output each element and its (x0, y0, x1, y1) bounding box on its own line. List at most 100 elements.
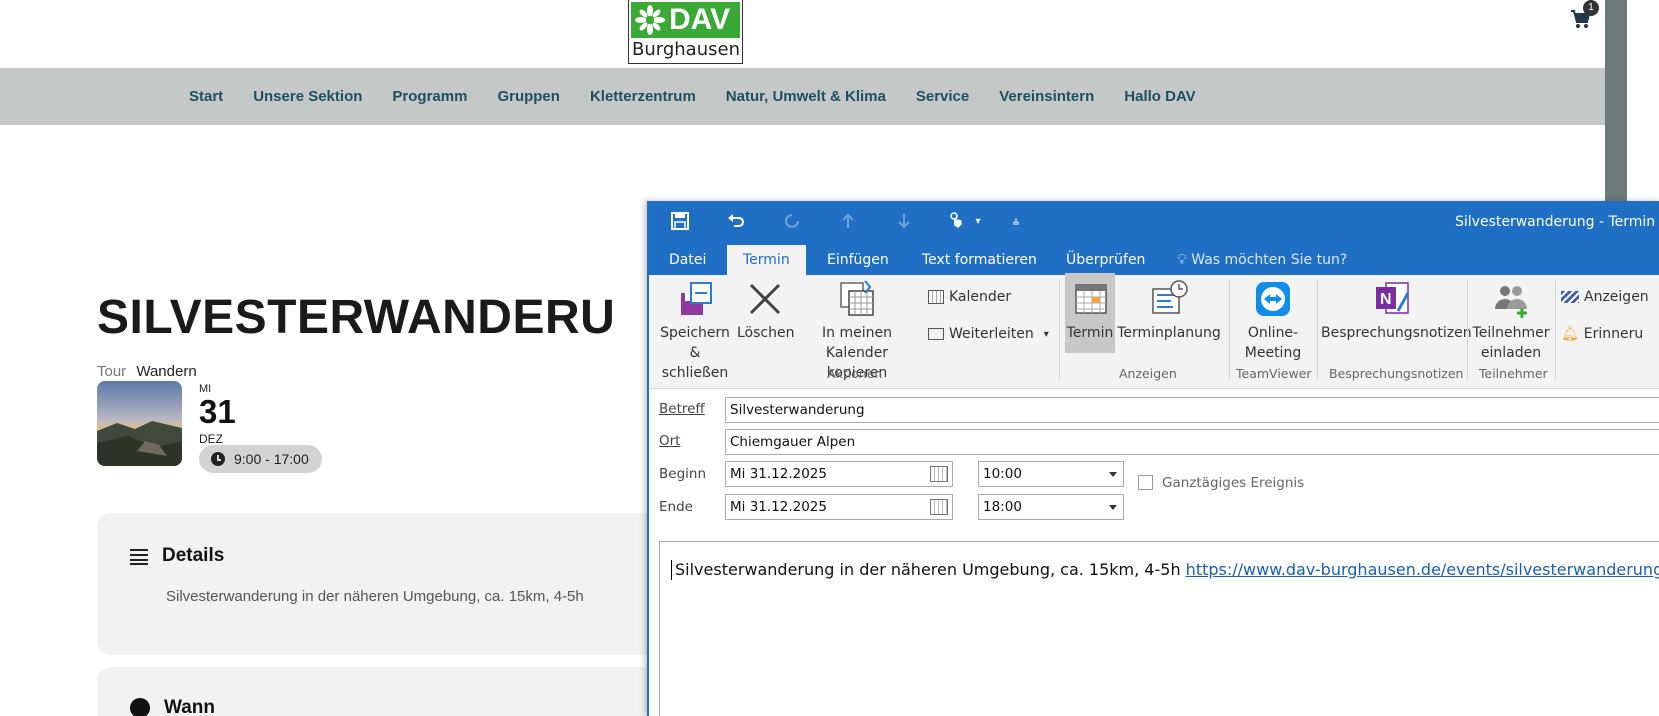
forward-dropdown-icon[interactable]: ▾ (1044, 329, 1049, 340)
undo-icon[interactable] (725, 211, 747, 233)
nav-hallo-dav[interactable]: Hallo DAV (1124, 88, 1195, 105)
event-thumbnail[interactable] (97, 381, 182, 466)
customize-toolbar-icon[interactable]: ⩮ (1005, 211, 1027, 233)
appointment-form: Betreff Silvesterwanderung Ort Chiemgaue… (649, 389, 1659, 716)
date-month: DEZ (199, 432, 223, 446)
time-text: 9:00 - 17:00 (234, 451, 309, 467)
arrow-up-icon (837, 211, 859, 233)
show-as-button[interactable]: Anzeigen (1561, 289, 1649, 305)
nav-natur-umwelt[interactable]: Natur, Umwelt & Klima (726, 88, 886, 105)
window-title: Silvesterwanderung - Termin (1455, 214, 1656, 230)
details-card: Details Silvesterwanderung in der nähere… (97, 513, 657, 655)
invite-line1: Teilnehmer (1472, 325, 1550, 341)
touch-mode-icon[interactable] (945, 211, 967, 233)
calendar-label: Kalender (949, 289, 1012, 305)
save-icon[interactable] (669, 211, 691, 233)
date-picker-icon[interactable] (930, 466, 948, 482)
dropdown-arrow-icon[interactable] (1109, 505, 1117, 510)
ribbon: Speichern & schließen Löschen In meinen … (649, 273, 1659, 389)
logo-section: Burghausen (632, 39, 740, 60)
date-picker-icon[interactable] (930, 499, 948, 515)
teamviewer-icon (1253, 279, 1293, 319)
show-as-label: Anzeigen (1584, 289, 1649, 305)
reminder-button[interactable]: 🔔︎ Erinneru (1561, 326, 1643, 342)
location-label: Ort (659, 433, 681, 449)
forward-button[interactable]: Weiterleiten ▾ (928, 326, 1049, 342)
touch-mode-dropdown-icon[interactable]: ▾ (967, 211, 989, 233)
attendees-icon (1491, 279, 1531, 319)
termin-view-label: Termin (1066, 325, 1114, 341)
ribbon-tabs: Datei Termin Einfügen Text formatieren Ü… (649, 245, 1659, 275)
delete-label: Löschen (737, 325, 795, 341)
time-badge: 9:00 - 17:00 (199, 445, 322, 473)
nav-kletterzentrum[interactable]: Kletterzentrum (590, 88, 696, 105)
tab-einfuegen[interactable]: Einfügen (827, 245, 889, 275)
termin-view-button[interactable]: Termin (1065, 273, 1115, 353)
nav-gruppen[interactable]: Gruppen (497, 88, 560, 105)
meeting-notes-button[interactable]: N Besprechungsnotizen (1321, 279, 1472, 343)
group-label-notes: Besprechungsnotizen (1329, 366, 1464, 381)
meeting-notes-label: Besprechungsnotizen (1321, 325, 1472, 341)
save-close-line1: Speichern (660, 325, 730, 341)
body-event-link[interactable]: https://www.dav-burghausen.de/events/sil… (1186, 560, 1659, 579)
appointment-grid-icon (1070, 279, 1110, 319)
calendar-button[interactable]: Kalender (928, 289, 1011, 305)
save-close-icon (675, 279, 715, 319)
forward-label: Weiterleiten (949, 326, 1034, 342)
end-date-value: Mi 31.12.2025 (730, 499, 827, 515)
subject-field[interactable]: Silvesterwanderung (725, 397, 1659, 423)
save-close-line2: & schließen (661, 345, 729, 381)
tab-text-formatieren[interactable]: Text formatieren (922, 245, 1037, 275)
tab-termin[interactable]: Termin (727, 245, 806, 275)
scheduling-icon (1149, 279, 1189, 319)
tab-ueberpruefen[interactable]: Überprüfen (1066, 245, 1145, 275)
body-text-plain: Silvesterwanderung in der näheren Umgebu… (675, 560, 1186, 579)
details-heading: Details (162, 545, 225, 566)
start-label: Beginn (659, 466, 706, 482)
end-date-field[interactable]: Mi 31.12.2025 (725, 494, 953, 520)
group-label-actions: Aktionen (827, 366, 883, 381)
redo-icon (781, 211, 803, 233)
tab-datei[interactable]: Datei (669, 245, 706, 275)
details-text: Silvesterwanderung in der näheren Umgebu… (166, 588, 584, 605)
category-value[interactable]: Wandern (136, 363, 196, 380)
nav-programm[interactable]: Programm (392, 88, 467, 105)
title-bar: ▾ ⩮ Silvesterwanderung - Termin (649, 201, 1659, 245)
end-time-select[interactable]: 18:00 (978, 494, 1124, 520)
start-time-select[interactable]: 10:00 (978, 461, 1124, 487)
location-field[interactable]: Chiemgauer Alpen (725, 429, 1659, 455)
save-close-button[interactable]: Speichern & schließen (655, 279, 735, 383)
online-meeting-line1: Online- (1247, 325, 1299, 341)
invite-line2: einladen (1480, 345, 1542, 361)
dropdown-arrow-icon[interactable] (1109, 472, 1117, 477)
copy-calendar-icon (837, 279, 877, 319)
invite-attendees-button[interactable]: Teilnehmer einladen (1471, 279, 1551, 363)
group-label-teamviewer: TeamViewer (1236, 366, 1312, 381)
group-label-anzeigen: Anzeigen (1119, 366, 1177, 381)
nav-vereinsintern[interactable]: Vereinsintern (999, 88, 1094, 105)
online-meeting-button[interactable]: Online- Meeting (1233, 279, 1313, 363)
delete-button[interactable]: Löschen (737, 279, 795, 343)
terminplanung-button[interactable]: Terminplanung (1117, 279, 1221, 343)
scrollbar-thumb[interactable] (1605, 0, 1627, 205)
dav-logo[interactable]: DAV Burghausen (628, 0, 743, 64)
list-icon (130, 548, 148, 565)
lightbulb-icon: 💡︎ (1177, 252, 1187, 268)
start-date-value: Mi 31.12.2025 (730, 466, 827, 482)
event-category: Tour Wandern (97, 363, 197, 380)
nav-service[interactable]: Service (916, 88, 969, 105)
outlook-appointment-window: ▾ ⩮ Silvesterwanderung - Termin Datei Te… (647, 201, 1659, 716)
tell-me-label: Was möchten Sie tun? (1191, 252, 1348, 268)
category-label: Tour (97, 363, 127, 380)
start-date-field[interactable]: Mi 31.12.2025 (725, 461, 953, 487)
logo-brand: DAV (669, 3, 731, 36)
body-editor[interactable]: Silvesterwanderung in der näheren Umgebu… (659, 541, 1659, 716)
wann-heading: Wann (164, 697, 216, 716)
nav-start[interactable]: Start (189, 88, 223, 105)
cart-count-badge: 1 (1583, 0, 1599, 16)
tell-me-search[interactable]: 💡︎ Was möchten Sie tun? (1177, 245, 1347, 275)
arrow-down-icon (893, 211, 915, 233)
nav-unsere-sektion[interactable]: Unsere Sektion (253, 88, 362, 105)
date-day: 31 (199, 393, 236, 430)
all-day-checkbox[interactable] (1138, 475, 1153, 490)
